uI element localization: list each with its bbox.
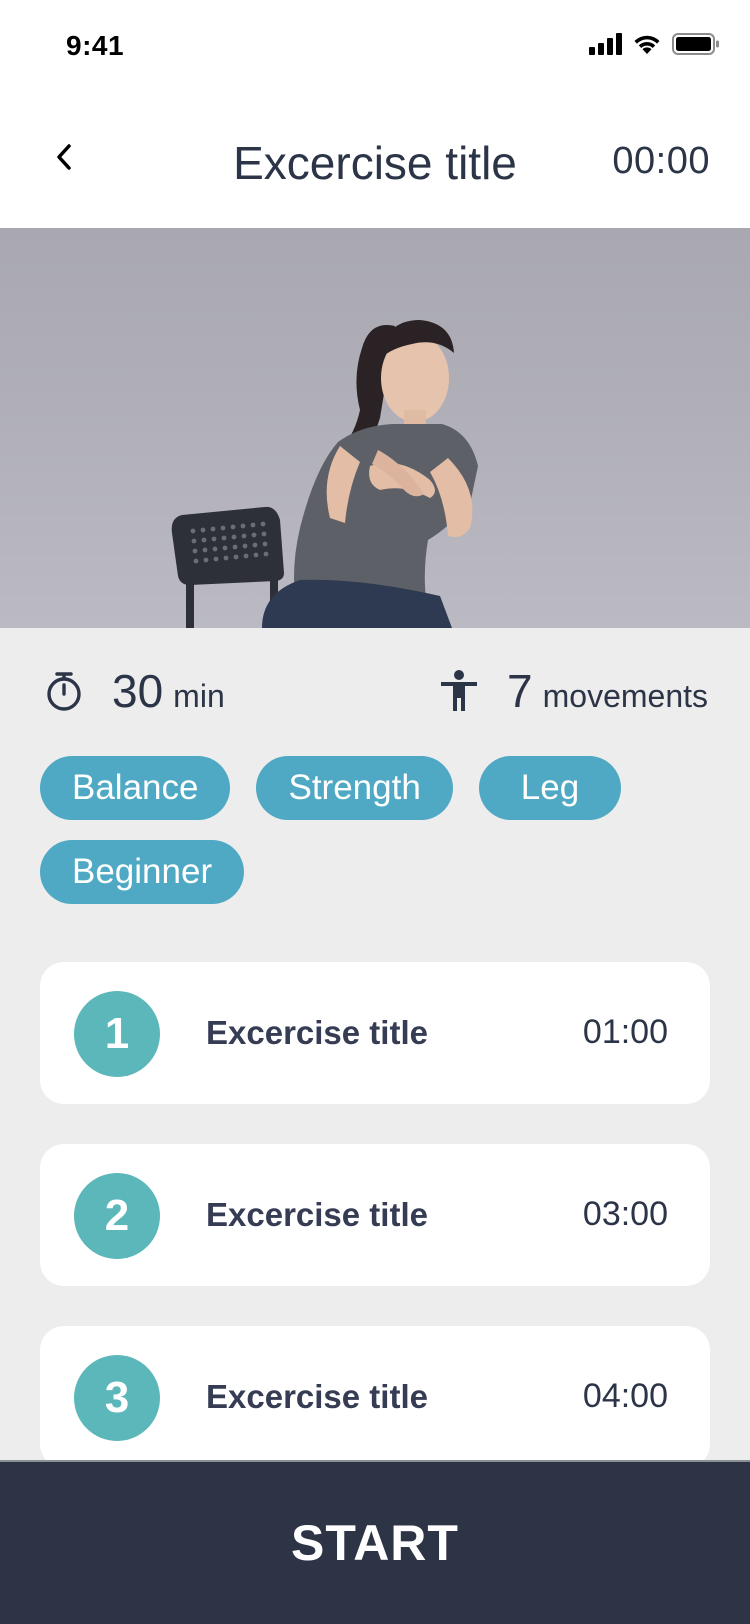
movements-stat: 7 movements	[437, 664, 708, 718]
tag-beginner[interactable]: Beginner	[40, 840, 245, 904]
tag-strength[interactable]: Strength	[256, 756, 453, 820]
tag-balance[interactable]: Balance	[40, 756, 231, 820]
elapsed-timer: 00:00	[612, 140, 710, 182]
exercise-video-frame	[171, 320, 478, 628]
person-icon	[441, 670, 478, 711]
navigation-header: Excercise title 00:00	[0, 96, 750, 228]
exercise-duration: 03:00	[582, 1195, 668, 1233]
exercise-title: Excercise title	[206, 1378, 428, 1415]
exercise-number-badge: 3	[74, 1355, 160, 1441]
exercise-title: Excercise title	[206, 1196, 428, 1233]
workout-stats: 30 min 7 movements	[0, 628, 750, 748]
exercise-list-item[interactable]: 3 Excercise title 04:00	[40, 1326, 710, 1468]
tag-leg[interactable]: Leg	[478, 756, 622, 820]
exercise-list-item[interactable]: 1 Excercise title 01:00	[40, 962, 710, 1104]
exercise-duration: 04:00	[582, 1377, 668, 1415]
stopwatch-icon	[47, 672, 81, 711]
exercise-duration: 01:00	[582, 1013, 668, 1051]
battery-icon	[672, 33, 719, 55]
start-button[interactable]: START	[0, 1460, 750, 1624]
cellular-signal-icon	[589, 33, 622, 55]
movements-unit: movements	[542, 678, 708, 714]
instructor-figure	[262, 320, 478, 628]
duration-value: 30	[112, 665, 164, 717]
movements-value: 7	[507, 665, 533, 717]
exercise-number-badge: 1	[74, 991, 160, 1077]
wifi-icon	[634, 35, 660, 54]
status-icons	[589, 32, 720, 56]
duration-stat: 30 min	[42, 664, 225, 718]
status-bar: 9:41	[0, 0, 750, 96]
exercise-list-item[interactable]: 2 Excercise title 03:00	[40, 1144, 710, 1286]
exercise-list: 1 Excercise title 01:00 2 Excercise titl…	[40, 962, 710, 1508]
exercise-title: Excercise title	[206, 1014, 428, 1051]
exercise-video[interactable]	[0, 228, 750, 628]
start-button-label: START	[291, 1515, 459, 1571]
duration-unit: min	[173, 678, 225, 714]
category-tags: Balance Strength Leg Beginner	[40, 756, 720, 904]
status-time: 9:41	[66, 30, 125, 61]
exercise-number-badge: 2	[74, 1173, 160, 1259]
